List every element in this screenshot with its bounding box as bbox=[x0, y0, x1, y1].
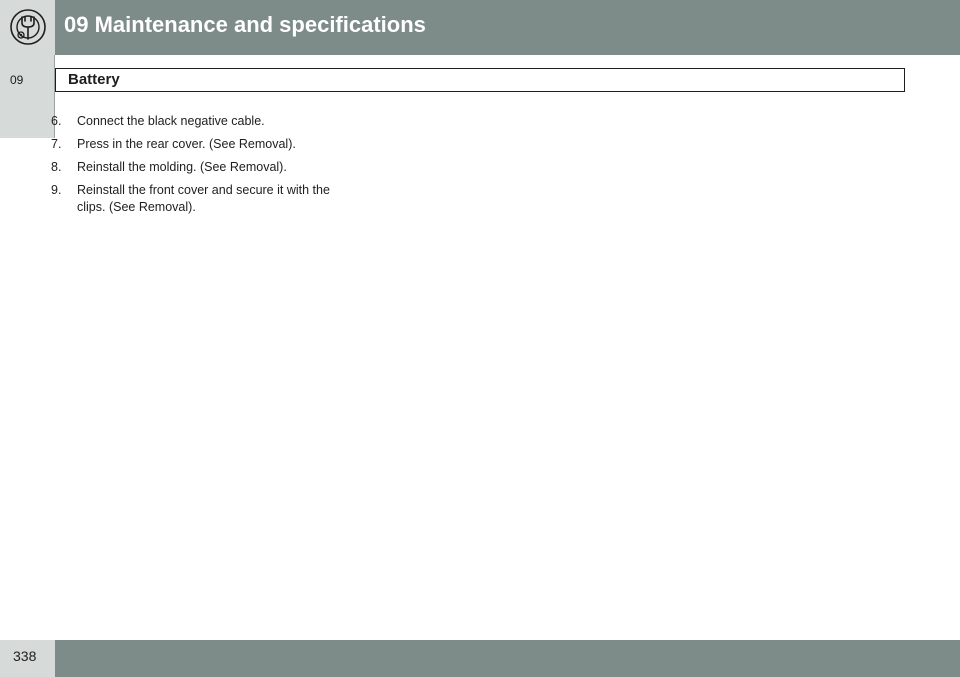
wrench-gear-icon bbox=[10, 9, 46, 45]
step-number: 9. bbox=[51, 183, 62, 197]
step-text: Reinstall the molding. (See Removal). bbox=[77, 160, 287, 174]
chapter-icon-box bbox=[0, 0, 55, 55]
step-number: 6. bbox=[51, 114, 62, 128]
list-item: 9. Reinstall the front cover and secure … bbox=[51, 182, 341, 216]
manual-page: 09 Maintenance and specifications 09 Bat… bbox=[0, 0, 960, 677]
chapter-side-tab[interactable]: 09 bbox=[0, 55, 55, 138]
side-tab-label: 09 bbox=[10, 73, 24, 87]
section-title: Battery bbox=[68, 71, 120, 88]
page-number-box: 338 bbox=[0, 640, 55, 677]
footer-bar bbox=[55, 640, 960, 677]
list-item: 6. Connect the black negative cable. bbox=[51, 113, 341, 130]
steps-list: 6. Connect the black negative cable. 7. … bbox=[51, 113, 341, 222]
step-number: 8. bbox=[51, 160, 62, 174]
page-number: 338 bbox=[13, 648, 37, 664]
list-item: 7. Press in the rear cover. (See Removal… bbox=[51, 136, 341, 153]
step-number: 7. bbox=[51, 137, 62, 151]
list-item: 8. Reinstall the molding. (See Removal). bbox=[51, 159, 341, 176]
section-heading: Battery bbox=[55, 68, 905, 92]
step-text: Connect the black negative cable. bbox=[77, 114, 265, 128]
step-text: Reinstall the front cover and secure it … bbox=[77, 183, 330, 214]
chapter-title: 09 Maintenance and specifications bbox=[64, 12, 426, 37]
chapter-header: 09 Maintenance and specifications bbox=[55, 0, 960, 55]
step-text: Press in the rear cover. (See Removal). bbox=[77, 137, 296, 151]
